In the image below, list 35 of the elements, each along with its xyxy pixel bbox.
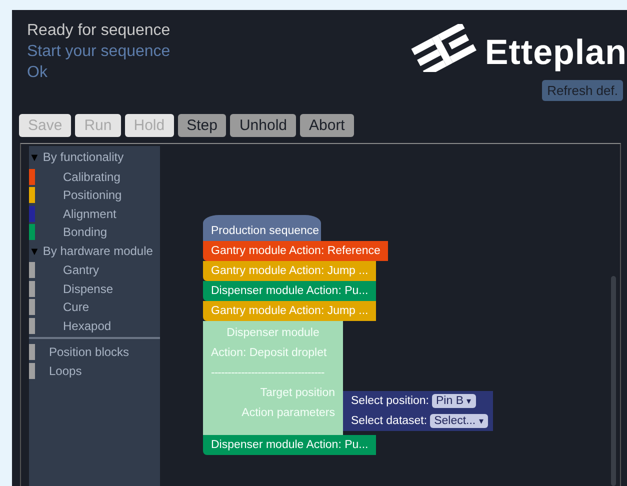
sequence-start-block[interactable]: Production sequence [203,215,321,241]
category-item[interactable]: Cure [63,300,90,314]
category-header[interactable]: ▼ By hardware module [29,242,153,261]
category-item[interactable]: Bonding [63,225,108,240]
toolbar-button[interactable]: Unhold [230,114,296,137]
value-block[interactable]: Select dataset: Select... ▾ [343,411,493,431]
field-label: Select position: [351,395,429,407]
category-item[interactable]: Calibrating [63,170,120,184]
status-message: Start your sequence [27,42,170,62]
category-item[interactable]: Hexapod [63,318,112,333]
toolbar-button[interactable]: Step [178,114,226,137]
logo-text: Etteplan [484,34,627,72]
field-label: Select dataset: [351,415,428,427]
category-item[interactable]: Dispense [63,282,114,296]
category-header[interactable]: ▼ By functionality [29,148,124,168]
category-item[interactable]: Alignment [63,206,116,221]
action-block[interactable]: Dispenser module Action: Pu... [203,435,376,455]
category-item[interactable]: Gantry [63,263,100,278]
scrollbar[interactable] [611,276,616,486]
toolbar-button[interactable]: Abort [300,114,354,137]
block-title: Dispenser module [226,326,320,341]
input-label: Action parameters [240,406,335,421]
block-divider: ---------------------------------- [211,366,326,381]
input-label: Target position [259,386,335,401]
status-title: Ready for sequence [27,21,170,41]
action-block[interactable]: Dispenser module Action: Pu... [203,281,376,301]
block-action: Action: Deposit droplet [211,346,328,361]
dropdown[interactable]: Select... ▾ [430,414,488,428]
value-block[interactable]: Select position: Pin B ▾ [343,391,493,411]
status-message: Ok [27,63,48,83]
dropdown[interactable]: Pin B ▾ [432,394,476,408]
action-block[interactable]: Gantry module Action: Reference [203,241,388,261]
category-item[interactable]: Loops [49,364,82,378]
category-item[interactable]: Position blocks [49,345,130,360]
category-item[interactable]: Positioning [63,188,122,202]
